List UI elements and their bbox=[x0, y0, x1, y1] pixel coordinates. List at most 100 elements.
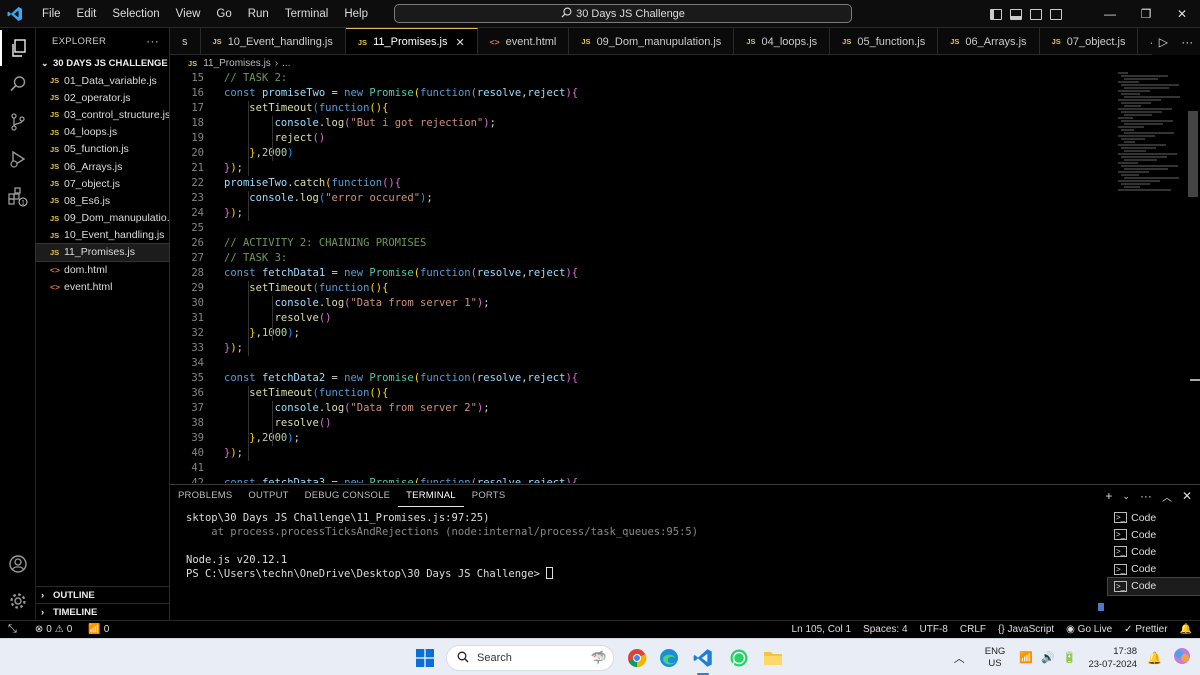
editor-tab[interactable]: JS 10_Event_handling.js bbox=[201, 28, 346, 54]
file-explorer-icon[interactable] bbox=[762, 647, 784, 669]
close-panel-icon[interactable]: ✕ bbox=[1182, 489, 1192, 503]
taskbar-search[interactable]: Search 🦈 bbox=[446, 645, 614, 671]
file-item[interactable]: JS 08_Es6.js bbox=[36, 192, 169, 209]
menu-selection[interactable]: Selection bbox=[104, 0, 167, 28]
whatsapp-icon[interactable] bbox=[728, 647, 750, 669]
file-item[interactable]: <> dom.html bbox=[36, 261, 169, 278]
end-of-line[interactable]: CRLF bbox=[960, 624, 986, 635]
search-sidebar-icon[interactable] bbox=[0, 66, 36, 102]
editor-tab[interactable]: JS 05_function.js bbox=[830, 28, 939, 54]
editor-tab[interactable]: JS 06_Arrays.js bbox=[938, 28, 1040, 54]
breadcrumb-symbol[interactable]: ... bbox=[282, 58, 290, 69]
panel-tab[interactable]: DEBUG CONSOLE bbox=[297, 485, 398, 507]
close-window-icon[interactable]: ✕ bbox=[1164, 7, 1200, 21]
workspace-folder[interactable]: ⌄ 30 DAYS JS CHALLENGE bbox=[36, 54, 169, 72]
close-tab-icon[interactable]: ✕ bbox=[455, 36, 464, 49]
customize-layout-icon[interactable] bbox=[1050, 8, 1062, 20]
editor-scrollbar[interactable] bbox=[1188, 111, 1198, 197]
toggle-primary-sidebar-icon[interactable] bbox=[990, 8, 1002, 20]
panel-scrollbar[interactable] bbox=[1098, 603, 1104, 611]
file-item[interactable]: JS 07_object.js bbox=[36, 175, 169, 192]
file-item[interactable]: JS 05_function.js bbox=[36, 141, 169, 158]
file-item[interactable]: JS 02_operator.js bbox=[36, 89, 169, 106]
cursor-position[interactable]: Ln 105, Col 1 bbox=[792, 624, 852, 635]
outline-section[interactable]: › OUTLINE bbox=[36, 586, 170, 603]
wifi-icon[interactable]: 📶 bbox=[1019, 651, 1033, 664]
terminal-instance[interactable]: >_ Code bbox=[1108, 561, 1200, 578]
notifications-bell-icon[interactable]: 🔔 bbox=[1180, 624, 1192, 635]
editor-tab[interactable]: s bbox=[170, 28, 201, 54]
copilot-icon[interactable] bbox=[1172, 646, 1192, 669]
maximize-panel-icon[interactable]: ︿ bbox=[1162, 489, 1172, 504]
panel-tab[interactable]: PORTS bbox=[464, 485, 514, 507]
terminal-instance[interactable]: >_ Code bbox=[1108, 543, 1200, 560]
menu-terminal[interactable]: Terminal bbox=[277, 0, 336, 28]
menu-edit[interactable]: Edit bbox=[69, 0, 105, 28]
panel-tab[interactable]: PROBLEMS bbox=[170, 485, 240, 507]
menu-help[interactable]: Help bbox=[336, 0, 376, 28]
command-center-search[interactable]: 30 Days JS Challenge bbox=[394, 4, 852, 23]
editor-tab[interactable]: <> event.html bbox=[478, 28, 570, 54]
problems-status[interactable]: ⊗ 0 ⚠ 0 bbox=[35, 624, 72, 635]
editor-tab[interactable]: JS 11_Promises.js ✕ bbox=[345, 28, 478, 54]
indentation[interactable]: Spaces: 4 bbox=[863, 624, 907, 635]
file-item[interactable]: JS 06_Arrays.js bbox=[36, 158, 169, 175]
menu-run[interactable]: Run bbox=[240, 0, 277, 28]
menu-file[interactable]: File bbox=[34, 0, 69, 28]
file-item[interactable]: <> event.html bbox=[36, 278, 169, 295]
terminal-instance[interactable]: >_ Code bbox=[1107, 576, 1200, 596]
chevron-up-icon[interactable]: ︿ bbox=[954, 650, 965, 666]
notification-bell-icon[interactable]: 🔔 bbox=[1147, 651, 1162, 665]
run-file-icon[interactable]: ▷ bbox=[1159, 35, 1168, 49]
encoding[interactable]: UTF-8 bbox=[920, 624, 948, 635]
file-item[interactable]: JS 01_Data_variable.js bbox=[36, 72, 169, 89]
chrome-icon[interactable] bbox=[626, 647, 648, 669]
language-indicator[interactable]: ENG US bbox=[985, 646, 1006, 670]
clock[interactable]: 17:38 23-07-2024 bbox=[1088, 645, 1137, 671]
breadcrumb-file[interactable]: 11_Promises.js bbox=[203, 58, 271, 69]
more-actions-icon[interactable]: ··· bbox=[1140, 489, 1152, 503]
file-item[interactable]: JS 04_loops.js bbox=[36, 124, 169, 141]
more-actions-icon[interactable]: ··· bbox=[1181, 35, 1193, 49]
panel-tab[interactable]: TERMINAL bbox=[398, 485, 464, 507]
edge-icon[interactable] bbox=[658, 647, 680, 669]
toggle-panel-icon[interactable] bbox=[1010, 8, 1022, 20]
battery-icon[interactable]: 🔋 bbox=[1063, 651, 1077, 664]
more-actions-icon[interactable]: ··· bbox=[146, 34, 159, 48]
timeline-section[interactable]: › TIMELINE bbox=[36, 603, 170, 620]
terminal-instance[interactable]: >_ Code bbox=[1108, 509, 1200, 526]
language-mode[interactable]: {} JavaScript bbox=[998, 624, 1054, 635]
file-item[interactable]: JS 03_control_structure.js bbox=[36, 106, 169, 123]
menu-go[interactable]: Go bbox=[208, 0, 239, 28]
extensions-icon[interactable]: 1 bbox=[0, 179, 36, 215]
accounts-icon[interactable] bbox=[0, 546, 36, 582]
go-live-button[interactable]: ◉ Go Live bbox=[1066, 624, 1112, 635]
code-editor[interactable]: 15 // TASK 2: 16 const promiseTwo = new Pro… bbox=[170, 71, 1200, 483]
menu-view[interactable]: View bbox=[168, 0, 209, 28]
minimize-icon[interactable]: — bbox=[1092, 7, 1128, 21]
file-item[interactable]: JS 11_Promises.js bbox=[35, 242, 170, 263]
chevron-down-icon[interactable]: ⌄ bbox=[1122, 491, 1130, 502]
toggle-secondary-sidebar-icon[interactable] bbox=[1030, 8, 1042, 20]
file-item[interactable]: JS 09_Dom_manupulatio... bbox=[36, 210, 169, 227]
terminal-output[interactable]: sktop\30 Days JS Challenge\11_Promises.j… bbox=[186, 511, 698, 581]
ports-status[interactable]: 📶 0 bbox=[88, 624, 109, 635]
windows-start-icon[interactable] bbox=[414, 647, 436, 669]
new-terminal-icon[interactable]: + bbox=[1105, 489, 1112, 503]
volume-icon[interactable]: 🔊 bbox=[1041, 651, 1055, 664]
prettier-button[interactable]: ✓ Prettier bbox=[1124, 624, 1167, 635]
settings-gear-icon[interactable] bbox=[0, 583, 36, 619]
restore-icon[interactable]: ❐ bbox=[1128, 7, 1164, 21]
run-debug-icon[interactable] bbox=[0, 141, 36, 177]
editor-tab[interactable]: JS 07_object.js bbox=[1040, 28, 1139, 54]
vscode-taskbar-icon[interactable] bbox=[692, 647, 714, 669]
minimap[interactable] bbox=[1118, 71, 1188, 201]
source-control-icon[interactable] bbox=[0, 104, 36, 140]
explorer-icon[interactable] bbox=[0, 30, 36, 66]
remote-icon[interactable]: ⤡ bbox=[8, 623, 17, 636]
file-item[interactable]: JS 10_Event_handling.js bbox=[36, 227, 169, 244]
editor-tab[interactable]: JS 09_Dom_manupulation.js bbox=[569, 28, 735, 54]
panel-tab[interactable]: OUTPUT bbox=[240, 485, 296, 507]
terminal-instance[interactable]: >_ Code bbox=[1108, 526, 1200, 543]
editor-tab[interactable]: JS 04_loops.js bbox=[734, 28, 831, 54]
